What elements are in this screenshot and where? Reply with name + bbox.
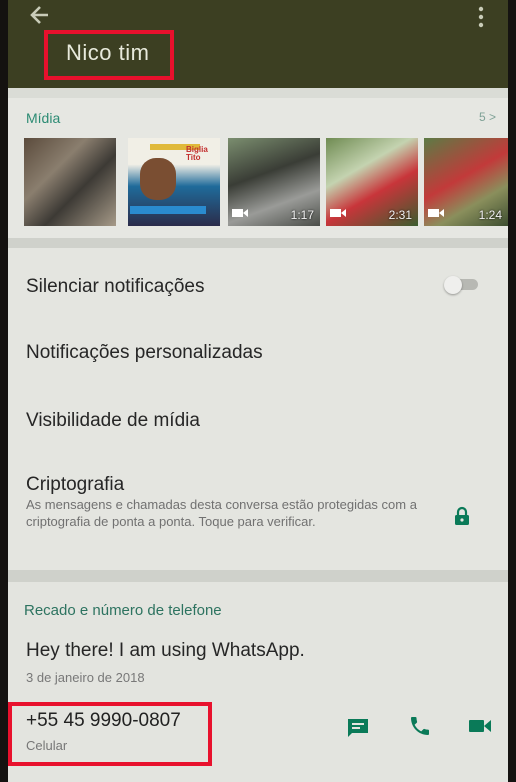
video-duration: 1:24 (478, 208, 502, 222)
media-thumbnails: Biglia Tito 1:17 2:31 1:24 (24, 138, 508, 226)
lock-icon (455, 506, 469, 525)
video-call-icon[interactable] (468, 714, 492, 738)
contact-name-title: Nico tim (66, 40, 150, 65)
video-camera-icon (330, 209, 346, 217)
video-camera-icon (232, 209, 248, 217)
video-duration: 1:17 (290, 208, 314, 222)
message-icon[interactable] (346, 714, 370, 738)
thumbnail-overlay-text: Biglia Tito (186, 145, 208, 162)
contact-info-screen: Nico tim Mídia 5 > Biglia Tito 1:17 2:31 (8, 0, 508, 782)
media-thumbnail-video[interactable]: 1:17 (228, 138, 320, 226)
media-count-link[interactable]: 5 > (479, 110, 496, 124)
media-thumbnail[interactable] (24, 138, 116, 226)
thumbnail-decoration (140, 158, 176, 200)
media-thumbnail-video[interactable]: 2:31 (326, 138, 418, 226)
about-status-date: 3 de janeiro de 2018 (26, 670, 145, 685)
mute-notifications-toggle[interactable] (444, 276, 480, 294)
phone-type-label: Celular (26, 738, 68, 753)
media-visibility-item[interactable]: Visibilidade de mídia (26, 410, 200, 432)
section-divider (8, 570, 508, 582)
section-divider (8, 238, 508, 248)
more-vert-icon[interactable] (478, 6, 484, 28)
app-bar: Nico tim (8, 0, 508, 88)
photo-edge (508, 0, 516, 782)
toggle-knob (444, 276, 462, 294)
media-thumbnail-video[interactable]: 1:24 (424, 138, 508, 226)
media-section: Mídia 5 > Biglia Tito 1:17 2:31 1:24 (8, 98, 508, 238)
about-and-phone-section: Recado e número de telefone Hey there! I… (8, 582, 508, 782)
about-section-label: Recado e número de telefone (24, 602, 222, 619)
video-duration: 2:31 (388, 208, 412, 222)
video-camera-icon (428, 209, 444, 217)
mute-notifications-item[interactable]: Silenciar notificações (26, 276, 204, 298)
settings-section: Silenciar notificações Notificações pers… (8, 248, 508, 570)
phone-icon[interactable] (408, 714, 432, 738)
phone-number[interactable]: +55 45 9990-0807 (26, 710, 181, 732)
encryption-item[interactable]: Criptografia (26, 474, 124, 496)
custom-notifications-item[interactable]: Notificações personalizadas (26, 342, 263, 364)
media-thumbnail[interactable]: Biglia Tito (128, 138, 220, 226)
about-status-text: Hey there! I am using WhatsApp. (26, 640, 305, 661)
thumbnail-decoration (130, 206, 206, 214)
encryption-description: As mensagens e chamadas desta conversa e… (26, 497, 417, 529)
media-label: Mídia (26, 110, 61, 126)
back-arrow-icon[interactable] (28, 4, 50, 26)
